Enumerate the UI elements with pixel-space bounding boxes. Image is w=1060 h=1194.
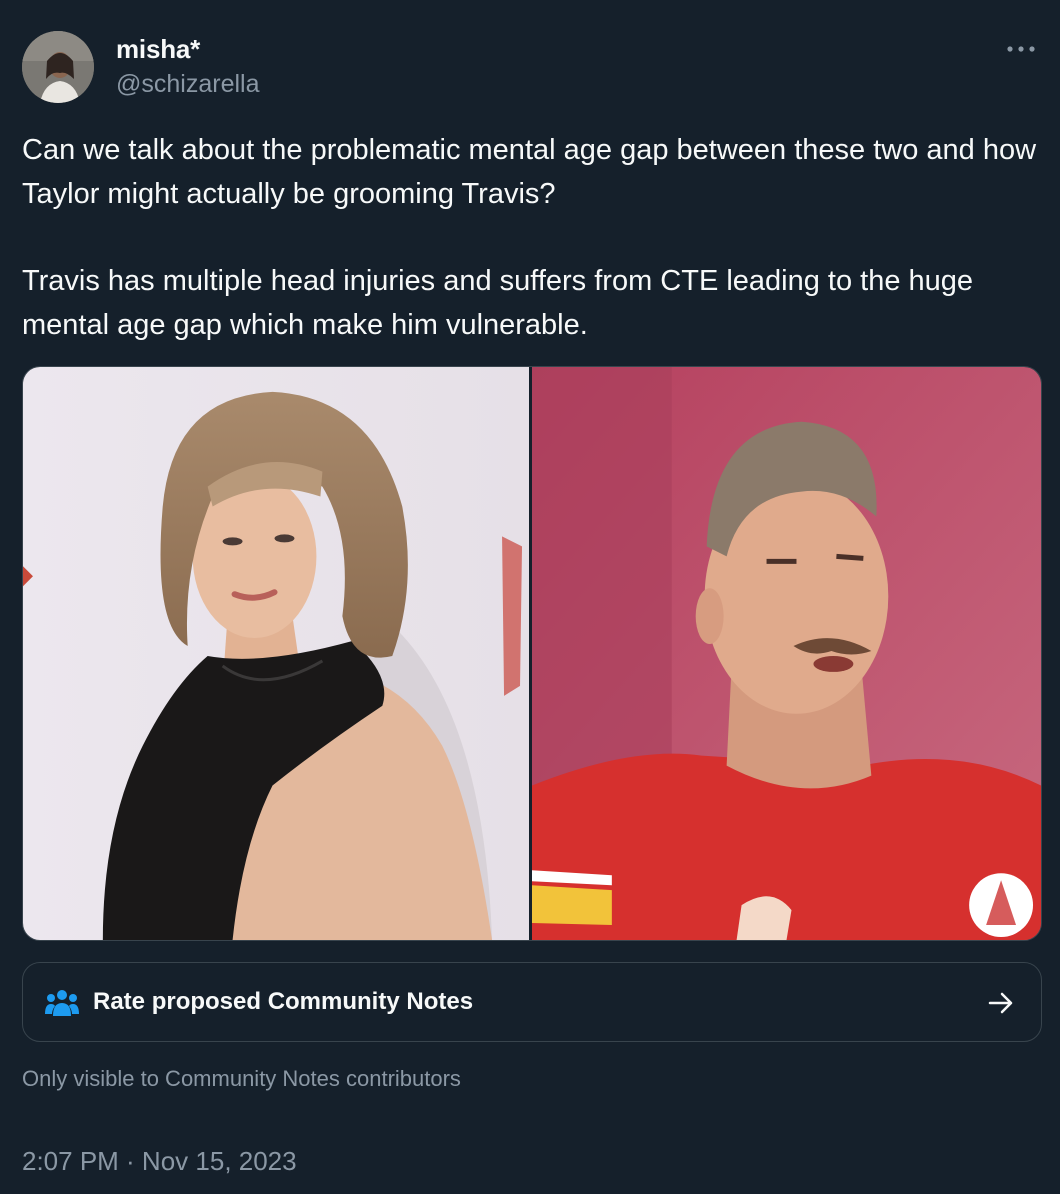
people-icon	[45, 990, 79, 1016]
more-icon	[1007, 46, 1035, 52]
user-handle[interactable]: @schizarella	[116, 70, 259, 99]
visibility-note: Only visible to Community Notes contribu…	[22, 1066, 461, 1091]
photo-left[interactable]	[23, 367, 529, 940]
woman-portrait-image	[23, 367, 529, 940]
tweet-paragraph: Can we talk about the problematic mental…	[22, 134, 1037, 210]
user-avatar-icon	[22, 31, 94, 103]
rate-community-notes-button[interactable]: Rate proposed Community Notes	[22, 962, 1042, 1042]
tweet-paragraph: Travis has multiple head injuries and su…	[22, 265, 974, 341]
media-grid	[22, 366, 1042, 941]
arrow-right-icon	[988, 992, 1013, 1014]
avatar[interactable]	[22, 31, 94, 103]
tweet-text: Can we talk about the problematic mental…	[22, 128, 1038, 347]
community-notes-label: Rate proposed Community Notes	[93, 988, 474, 1015]
timestamp[interactable]: 2:07 PM · Nov 15, 2023	[22, 1146, 297, 1177]
football-player-image	[532, 367, 1041, 940]
display-name[interactable]: misha*	[116, 34, 200, 65]
more-options-button[interactable]	[1004, 36, 1038, 62]
photo-right[interactable]	[532, 367, 1041, 940]
tweet: misha* @schizarella Can we talk about th…	[0, 0, 1060, 1194]
